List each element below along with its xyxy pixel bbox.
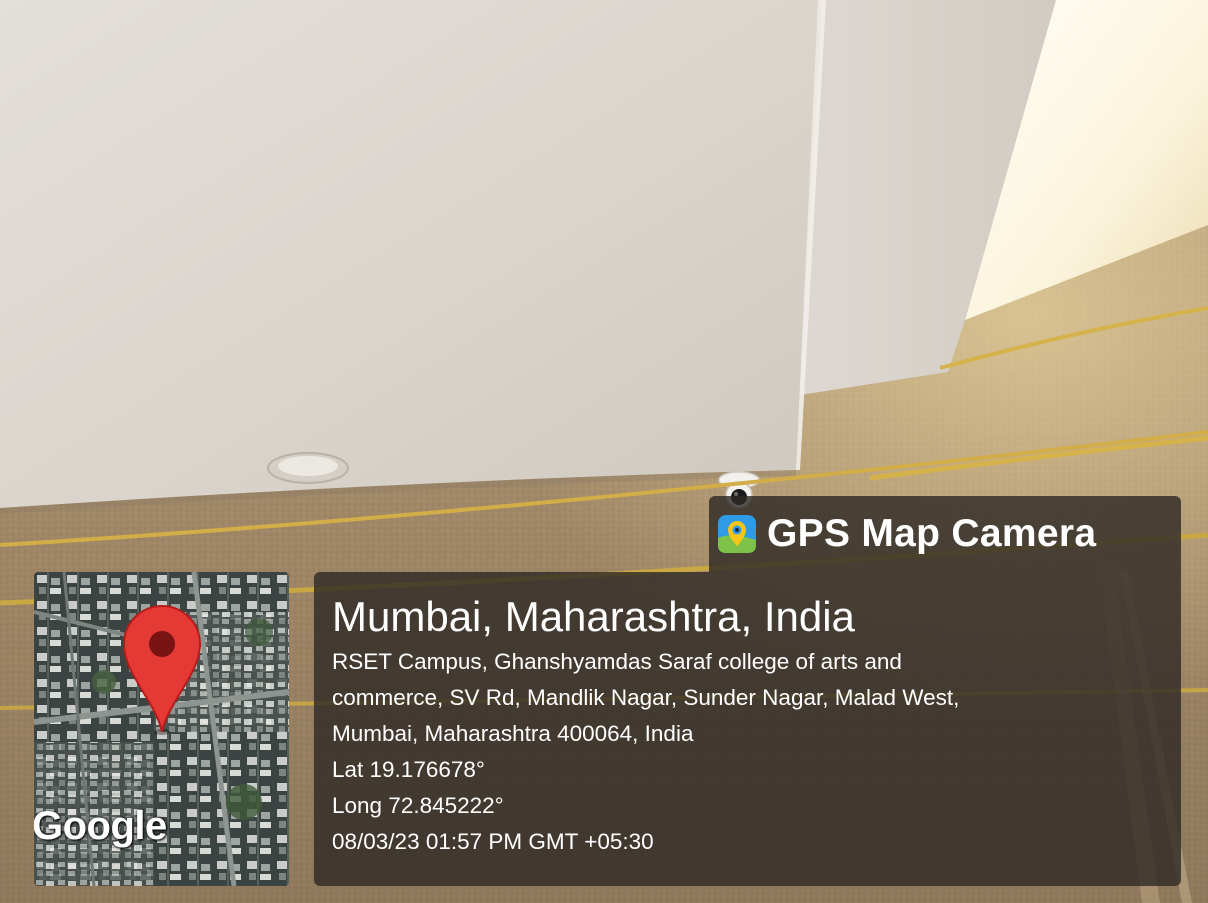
gps-map-camera-badge: GPS Map Camera xyxy=(709,496,1181,572)
timestamp: 08/03/23 01:57 PM GMT +05:30 xyxy=(332,829,654,854)
address-line-1: RSET Campus, Ghanshyamdas Saraf college … xyxy=(332,649,902,674)
longitude: Long 72.845222° xyxy=(332,793,504,818)
address-line-2: commerce, SV Rd, Mandlik Nagar, Sunder N… xyxy=(332,685,960,710)
latitude: Lat 19.176678° xyxy=(332,757,485,782)
google-logo: Google xyxy=(34,804,167,848)
brand-name: GPS Map Camera xyxy=(767,512,1097,555)
location-title: Mumbai, Maharashtra, India xyxy=(332,593,855,640)
location-info-panel: Mumbai, Maharashtra, India RSET Campus, … xyxy=(314,572,1181,886)
photo-frame: GPS Map Camera Google Mumbai, Maharashtr… xyxy=(0,0,1208,903)
gps-map-camera-app-icon xyxy=(718,515,756,553)
map-thumbnail: Google xyxy=(34,572,289,886)
address-line-3: Mumbai, Maharashtra 400064, India xyxy=(332,721,694,746)
